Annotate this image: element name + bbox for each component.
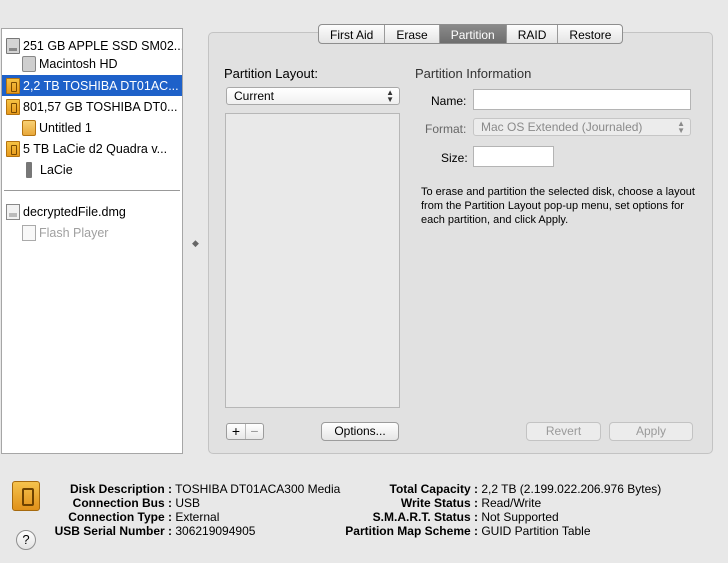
info-value: GUID Partition Table: [481, 524, 591, 538]
info-connection-type: Connection Type : External: [50, 510, 219, 524]
sidebar-item-label: 2,2 TB TOSHIBA DT01AC...: [23, 78, 179, 93]
format-value: Mac OS Extended (Journaled): [481, 120, 643, 134]
partition-layout-map[interactable]: [225, 113, 400, 408]
partition-instructions: To erase and partition the selected disk…: [421, 186, 695, 226]
sidebar-item-label: Untitled 1: [39, 120, 92, 135]
usb-disk-icon: [6, 77, 20, 94]
info-key: Connection Bus :: [72, 496, 172, 510]
info-value: Read/Write: [481, 496, 542, 510]
usb-disk-icon: [6, 98, 20, 115]
usb-disk-icon: [6, 140, 20, 157]
partition-layout-label: Partition Layout:: [224, 66, 318, 81]
usb-disk-icon: [12, 481, 40, 511]
size-label: Size:: [441, 151, 468, 165]
tab-restore[interactable]: Restore: [558, 25, 622, 43]
sidebar-item-label: decryptedFile.dmg: [23, 204, 126, 219]
info-smart-status: S.M.A.R.T. Status : Not Supported: [336, 510, 559, 524]
info-key: Write Status :: [400, 496, 478, 510]
revert-button[interactable]: Revert: [526, 422, 601, 441]
internal-disk-icon: [6, 37, 20, 54]
tab-bar: First Aid Erase Partition RAID Restore: [318, 24, 624, 44]
sidebar-item-label: Flash Player: [39, 225, 109, 240]
sidebar-item-toshiba-801gb[interactable]: 801,57 GB TOSHIBA DT0...: [2, 96, 182, 117]
info-key: Disk Description :: [69, 482, 172, 496]
select-arrows-icon: ▲ ▼: [677, 119, 685, 135]
apply-button[interactable]: Apply: [609, 422, 693, 441]
info-write-status: Write Status : Read/Write: [336, 496, 541, 510]
info-disk-description: Disk Description : TOSHIBA DT01ACA300 Me…: [50, 482, 340, 496]
info-value: TOSHIBA DT01ACA300 Media: [175, 482, 341, 496]
info-key: Connection Type :: [68, 510, 172, 524]
tab-raid[interactable]: RAID: [507, 25, 559, 43]
info-connection-bus: Connection Bus : USB: [50, 496, 200, 510]
info-value: USB: [175, 496, 201, 510]
size-field[interactable]: [473, 146, 554, 167]
sidebar-item-untitled-1[interactable]: Untitled 1: [2, 117, 182, 138]
format-label: Format:: [425, 122, 467, 136]
add-partition-button[interactable]: +: [227, 424, 245, 439]
help-button[interactable]: ?: [16, 530, 36, 550]
sidebar-item-toshiba-2tb[interactable]: 2,2 TB TOSHIBA DT01AC...: [2, 75, 182, 96]
partition-layout-value: Current: [234, 89, 275, 103]
info-key: Total Capacity :: [389, 482, 478, 496]
volume-icon: [26, 161, 32, 178]
sidebar-item-lacie[interactable]: LaCie: [2, 159, 182, 180]
tab-first-aid[interactable]: First Aid: [319, 25, 386, 43]
sidebar-item-label: 5 TB LaCie d2 Quadra v...: [23, 141, 168, 156]
info-partition-map: Partition Map Scheme : GUID Partition Ta…: [336, 524, 591, 538]
partition-info-heading: Partition Information: [415, 66, 532, 81]
select-arrows-icon: ▲ ▼: [386, 88, 394, 104]
volume-icon: [22, 119, 36, 136]
info-usb-serial: USB Serial Number : 306219094905: [50, 524, 256, 538]
name-field[interactable]: [473, 89, 691, 110]
sidebar[interactable]: 251 GB APPLE SSD SM02... Macintosh HD 2,…: [1, 28, 183, 454]
tab-erase[interactable]: Erase: [385, 25, 440, 43]
sidebar-item-label: 801,57 GB TOSHIBA DT0...: [23, 99, 178, 114]
sidebar-item-macintosh-hd[interactable]: Macintosh HD: [2, 53, 182, 74]
remove-partition-button[interactable]: −: [245, 424, 263, 439]
options-button[interactable]: Options...: [321, 422, 399, 441]
name-label: Name:: [431, 94, 467, 108]
info-key: USB Serial Number :: [54, 524, 172, 538]
tab-partition[interactable]: Partition: [439, 25, 507, 43]
sidebar-item-label: Macintosh HD: [39, 56, 118, 71]
sidebar-item-label: 251 GB APPLE SSD SM02...: [23, 38, 182, 53]
sidebar-divider: [4, 190, 180, 191]
volume-icon: [22, 55, 36, 72]
info-key: Partition Map Scheme :: [345, 524, 478, 538]
info-value: 306219094905: [175, 524, 256, 538]
info-total-capacity: Total Capacity : 2,2 TB (2.199.022.206.9…: [336, 482, 662, 496]
disk-image-icon: [6, 203, 20, 220]
info-value: External: [175, 510, 220, 524]
info-value: Not Supported: [481, 510, 559, 524]
partition-layout-select[interactable]: Current ▲ ▼: [226, 87, 400, 105]
add-remove-partition: + −: [226, 423, 264, 440]
sidebar-item-lacie-5tb[interactable]: 5 TB LaCie d2 Quadra v...: [2, 138, 182, 159]
format-select[interactable]: Mac OS Extended (Journaled) ▲ ▼: [473, 118, 691, 136]
splitter-handle[interactable]: ◆: [192, 238, 199, 249]
sidebar-item-flash-player[interactable]: Flash Player: [2, 222, 182, 243]
sidebar-item-label: LaCie: [40, 162, 73, 177]
volume-icon: [22, 224, 36, 241]
info-key: S.M.A.R.T. Status :: [372, 510, 478, 524]
sidebar-item-decrypted-dmg[interactable]: decryptedFile.dmg: [2, 201, 182, 222]
info-value: 2,2 TB (2.199.022.206.976 Bytes): [481, 482, 662, 496]
